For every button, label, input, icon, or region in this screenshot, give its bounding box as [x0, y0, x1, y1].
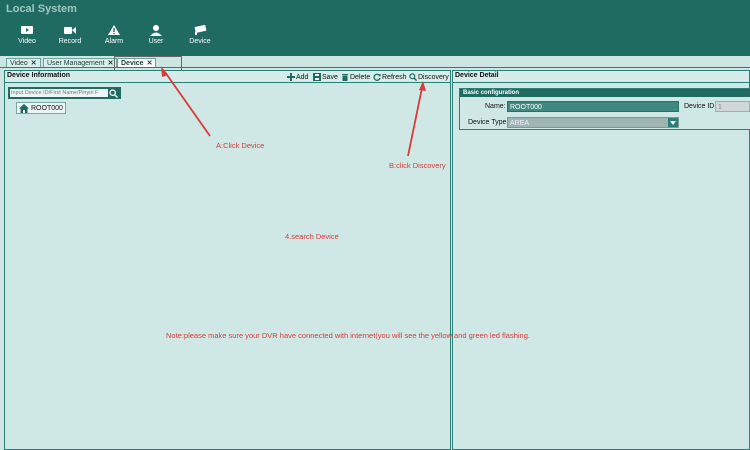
- arrow-to-device-tab: [164, 71, 211, 137]
- arrow-head: [161, 66, 168, 77]
- arrow-head: [419, 81, 426, 91]
- annotation-arrows: [161, 66, 426, 157]
- arrow-to-discovery: [407, 87, 423, 157]
